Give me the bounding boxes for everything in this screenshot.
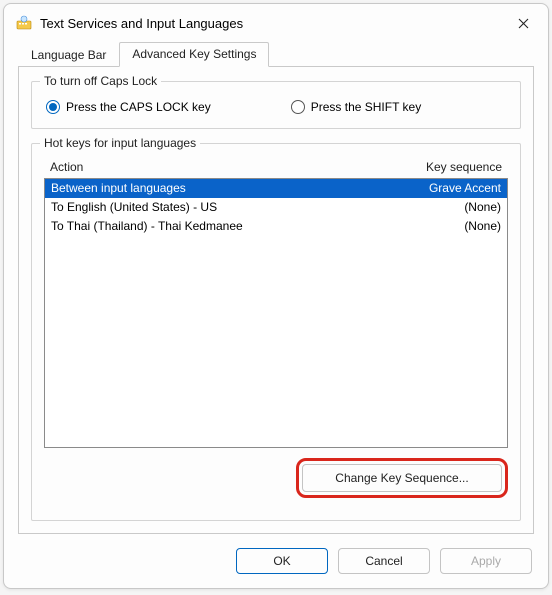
dialog-window: Text Services and Input Languages Langua… [3, 3, 549, 589]
hotkey-row[interactable]: To Thai (Thailand) - Thai Kedmanee(None) [45, 217, 507, 236]
hotkey-row[interactable]: To English (United States) - US(None) [45, 198, 507, 217]
tab-language-bar[interactable]: Language Bar [18, 43, 119, 67]
radio-press-shift[interactable]: Press the SHIFT key [291, 100, 421, 114]
window-title: Text Services and Input Languages [40, 16, 508, 31]
hotkey-action: To Thai (Thailand) - Thai Kedmanee [51, 218, 371, 235]
col-key-sequence: Key sequence [372, 160, 502, 174]
group-hotkeys: Hot keys for input languages Action Key … [31, 143, 521, 521]
radio-label: Press the CAPS LOCK key [66, 100, 211, 114]
radio-icon [46, 100, 60, 114]
hotkey-action: Between input languages [51, 180, 371, 197]
caps-lock-legend: To turn off Caps Lock [40, 74, 161, 88]
group-caps-lock: To turn off Caps Lock Press the CAPS LOC… [31, 81, 521, 129]
dialog-button-row: OK Cancel Apply [4, 534, 548, 588]
apply-button[interactable]: Apply [440, 548, 532, 574]
tab-advanced-key-settings[interactable]: Advanced Key Settings [119, 42, 269, 67]
hotkeys-legend: Hot keys for input languages [40, 136, 200, 150]
close-icon [518, 18, 529, 29]
cancel-button[interactable]: Cancel [338, 548, 430, 574]
change-key-sequence-button[interactable]: Change Key Sequence... [302, 464, 502, 492]
annotation-highlight: Change Key Sequence... [296, 458, 508, 498]
hotkey-sequence: (None) [371, 199, 501, 216]
radio-icon [291, 100, 305, 114]
titlebar: Text Services and Input Languages [4, 4, 548, 40]
hotkey-sequence: Grave Accent [371, 180, 501, 197]
radio-press-capslock[interactable]: Press the CAPS LOCK key [46, 100, 211, 114]
ok-button[interactable]: OK [236, 548, 328, 574]
radio-label: Press the SHIFT key [311, 100, 421, 114]
tab-panel-advanced: To turn off Caps Lock Press the CAPS LOC… [18, 66, 534, 534]
tab-strip: Language Bar Advanced Key Settings [4, 40, 548, 66]
app-icon [16, 15, 32, 31]
col-action: Action [50, 160, 372, 174]
hotkey-sequence: (None) [371, 218, 501, 235]
hotkey-action: To English (United States) - US [51, 199, 371, 216]
hotkeys-header: Action Key sequence [44, 158, 508, 176]
hotkey-row[interactable]: Between input languagesGrave Accent [45, 179, 507, 198]
close-button[interactable] [508, 11, 538, 35]
hotkeys-list[interactable]: Between input languagesGrave AccentTo En… [44, 178, 508, 448]
